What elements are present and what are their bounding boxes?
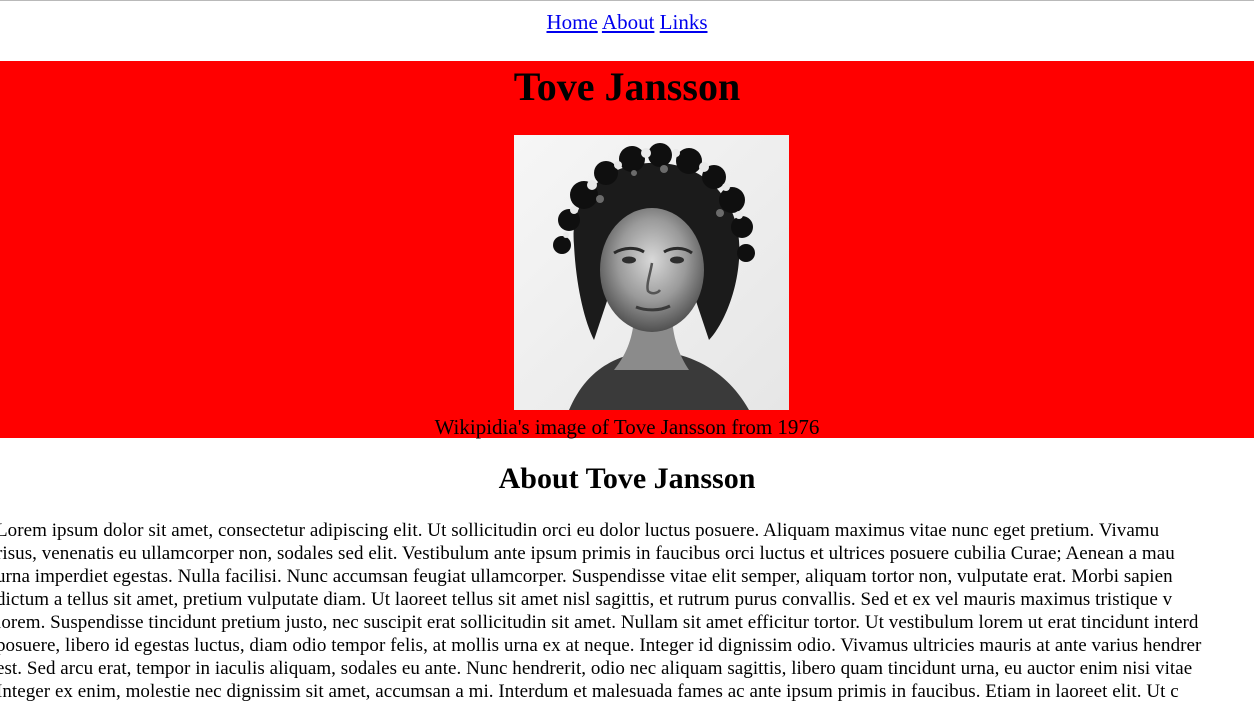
about-body-text: Lorem ipsum dolor sit amet, consectetur … <box>0 519 1254 709</box>
body-line: dictum a tellus sit amet, pretium vulput… <box>0 589 1173 610</box>
top-divider <box>0 0 1254 1</box>
page-title: Tove Jansson <box>513 64 741 109</box>
body-line: Lorem ipsum dolor sit amet, consectetur … <box>0 520 1160 541</box>
body-line: lorem. Suspendisse tincidunt pretium jus… <box>0 612 1199 633</box>
nav-link-about[interactable]: About <box>602 10 655 34</box>
body-line: posuere, libero id egestas luctus, diam … <box>0 635 1202 656</box>
body-line: est. Sed arcu erat, tempor in iaculis al… <box>0 658 1193 679</box>
nav-link-links[interactable]: Links <box>660 10 708 34</box>
top-nav: Home About Links <box>0 8 1254 36</box>
portrait-image <box>514 135 789 410</box>
body-line: Integer ex enim, molestie nec dignissim … <box>0 681 1179 702</box>
hero-banner: Tove Jansson Wikipidia's image of Tove J… <box>0 61 1254 439</box>
body-line: urna imperdiet egestas. Nulla facilisi. … <box>0 566 1173 587</box>
image-caption: Wikipidia's image of Tove Jansson from 1… <box>434 415 820 439</box>
nav-link-home[interactable]: Home <box>546 10 597 34</box>
about-heading: About Tove Jansson <box>498 462 756 495</box>
body-line: risus, venenatis eu ullamcorper non, sod… <box>0 543 1175 564</box>
